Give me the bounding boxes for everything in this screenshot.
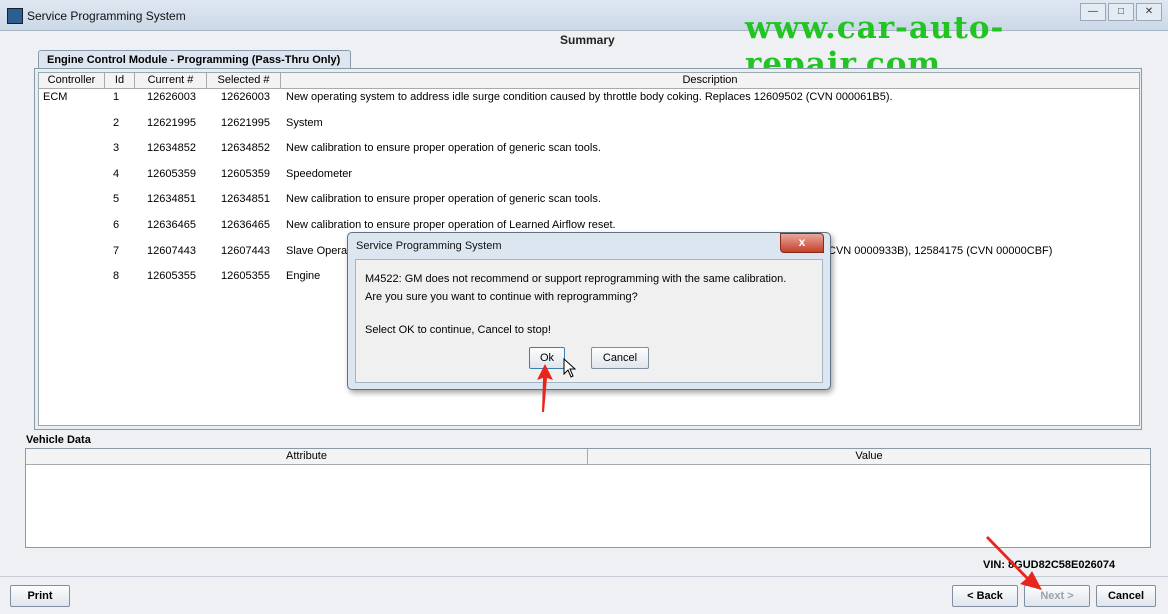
- id-cell: 7: [113, 245, 120, 257]
- confirm-dialog: Service Programming System x M4522: GM d…: [347, 232, 831, 390]
- selected-cell: 12605355: [221, 270, 270, 282]
- selected-cell: 12634852: [221, 142, 270, 154]
- annotation-arrow-icon: [986, 536, 1042, 590]
- table-row[interactable]: 4 12605359 12605359 Speedometer: [39, 167, 1139, 192]
- description-cell: New calibration to ensure proper operati…: [286, 142, 601, 154]
- current-cell: 12605359: [147, 168, 196, 180]
- id-cell: 5: [113, 193, 120, 205]
- controller-cell: ECM: [43, 91, 68, 103]
- column-header-current[interactable]: Current #: [135, 73, 207, 88]
- print-button[interactable]: Print: [10, 585, 70, 607]
- id-cell: 3: [113, 142, 120, 154]
- column-header-description[interactable]: Description: [281, 73, 1139, 88]
- table-row[interactable]: ECM 1 12626003 12626003 New operating sy…: [39, 90, 1139, 115]
- column-header-value[interactable]: Value: [588, 449, 1150, 464]
- current-cell: 12626003: [147, 91, 196, 103]
- selected-cell: 12621995: [221, 117, 270, 129]
- current-cell: 12634851: [147, 193, 196, 205]
- description-cell: Engine: [286, 270, 321, 282]
- table-row[interactable]: 2 12621995 12621995 System: [39, 116, 1139, 141]
- selected-cell: 12626003: [221, 91, 270, 103]
- dialog-message-line: Are you sure you want to continue with r…: [365, 291, 638, 303]
- description-cell: New calibration to ensure proper operati…: [286, 193, 601, 205]
- id-cell: 2: [113, 117, 120, 129]
- table-row[interactable]: 5 12634851 12634851 New calibration to e…: [39, 192, 1139, 217]
- current-cell: 12636465: [147, 219, 196, 231]
- column-header-controller[interactable]: Controller: [39, 73, 105, 88]
- dialog-message-line: M4522: GM does not recommend or support …: [365, 273, 787, 285]
- vehicle-data-title: Vehicle Data: [26, 434, 91, 446]
- column-header-attribute[interactable]: Attribute: [26, 449, 588, 464]
- id-cell: 6: [113, 219, 120, 231]
- tab-engine-control-module[interactable]: Engine Control Module - Programming (Pas…: [38, 50, 351, 68]
- description-cell-tail: CVN 0000933B), 12584175 (CVN 00000CBF): [828, 245, 1053, 257]
- dialog-message-line: Select OK to continue, Cancel to stop!: [365, 324, 551, 336]
- id-cell: 8: [113, 270, 120, 282]
- summary-heading: Summary: [560, 33, 615, 47]
- column-header-id[interactable]: Id: [105, 73, 135, 88]
- description-cell: New calibration to ensure proper operati…: [286, 219, 616, 231]
- vehicle-data-table: Attribute Value: [25, 448, 1151, 548]
- selected-cell: 12605359: [221, 168, 270, 180]
- table-row[interactable]: 3 12634852 12634852 New calibration to e…: [39, 141, 1139, 166]
- description-cell: Speedometer: [286, 168, 353, 180]
- selected-cell: 12634851: [221, 193, 270, 205]
- selected-cell: 12636465: [221, 219, 270, 231]
- description-cell: Slave Opera: [286, 245, 348, 257]
- vehicle-data-header: Attribute Value: [26, 449, 1150, 465]
- description-cell: New operating system to address idle sur…: [286, 91, 893, 103]
- dialog-close-button[interactable]: x: [780, 233, 824, 253]
- dialog-title: Service Programming System: [356, 240, 502, 252]
- current-cell: 12605355: [147, 270, 196, 282]
- id-cell: 1: [113, 91, 120, 103]
- column-header-selected[interactable]: Selected #: [207, 73, 281, 88]
- id-cell: 4: [113, 168, 120, 180]
- app-icon: [7, 8, 23, 24]
- window-title: Service Programming System: [27, 9, 186, 23]
- selected-cell: 12607443: [221, 245, 270, 257]
- cancel-button[interactable]: Cancel: [1096, 585, 1156, 607]
- current-cell: 12634852: [147, 142, 196, 154]
- dialog-body: M4522: GM does not recommend or support …: [355, 259, 823, 383]
- current-cell: 12621995: [147, 117, 196, 129]
- dialog-cancel-button[interactable]: Cancel: [591, 347, 649, 369]
- annotation-arrow-icon: [537, 364, 553, 412]
- current-cell: 12607443: [147, 245, 196, 257]
- table-header: Controller Id Current # Selected # Descr…: [39, 73, 1139, 89]
- description-cell: System: [286, 117, 323, 129]
- mouse-cursor-icon: [563, 358, 577, 378]
